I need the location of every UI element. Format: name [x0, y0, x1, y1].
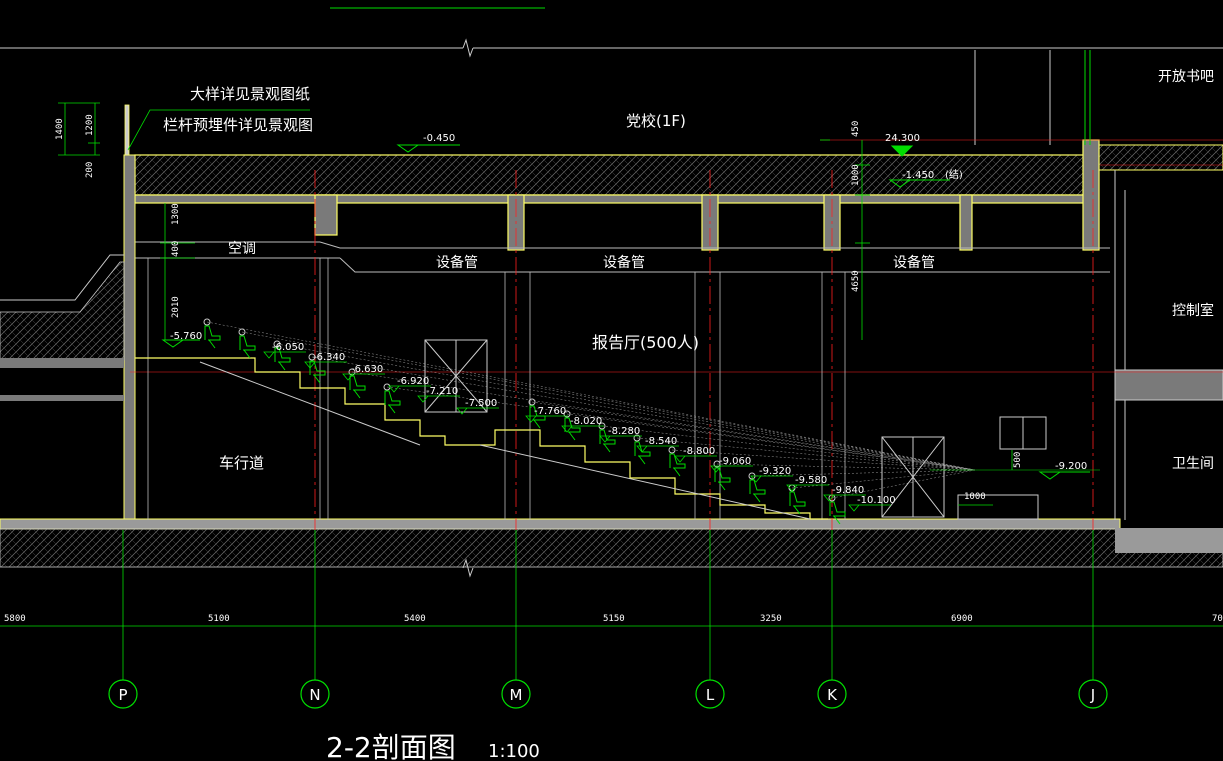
- step-elevations: -6.050 -6.340 -6.630 -6.920-7.210 -7.500 -7.7…: [263, 342, 896, 512]
- step-elevation: -6.630: [351, 364, 383, 375]
- elev-e3: -1.450: [902, 170, 934, 181]
- base-slab: [0, 518, 1223, 568]
- elev-e2: 24.300: [885, 133, 920, 144]
- step-elevation: -6.050: [272, 342, 304, 353]
- sightline: [311, 356, 976, 471]
- axis-dim-0: 5800: [4, 614, 26, 624]
- step-elevation: -8.540: [645, 436, 677, 447]
- dim-1400: 1400: [55, 118, 65, 140]
- step-elevation: -8.020: [570, 416, 602, 427]
- sightline: [601, 425, 976, 471]
- sightline: [276, 343, 976, 471]
- axis-dim-5: 6900: [951, 614, 973, 624]
- seat: [748, 472, 766, 503]
- room-open-bar: 开放书吧: [1158, 69, 1214, 85]
- elev-start: -5.760: [170, 331, 202, 342]
- note-line1: 大样详见景观图纸: [190, 85, 310, 103]
- axis-bubbles: [108, 679, 1108, 709]
- step-elevation: -9.320: [759, 466, 791, 477]
- dim-200: 200: [85, 162, 95, 178]
- axis-dim-3: 5150: [603, 614, 625, 624]
- label-pipe-1: 设备管: [436, 254, 478, 271]
- section-drawing: 大样详见景观图纸 栏杆预埋件详见景观图 党校(1F) 开放书吧 报告厅(500人…: [0, 7, 1223, 761]
- axis-dim-2: 5400: [404, 614, 426, 624]
- label-ac: 空调: [228, 241, 256, 257]
- roof-slab: [134, 144, 1223, 196]
- room-control: 控制室: [1172, 302, 1214, 319]
- axis-label-l: L: [706, 686, 715, 704]
- seat: [788, 484, 806, 515]
- sightline: [531, 401, 976, 471]
- step-elevation: -8.280: [608, 426, 640, 437]
- note-line2: 栏杆预埋件详见景观图: [163, 116, 313, 134]
- dim-1300: 1300: [171, 203, 181, 225]
- sightline: [206, 321, 976, 471]
- step-elevation: -7.210: [426, 386, 458, 397]
- step-elevation: -7.500: [465, 398, 497, 409]
- elev-end: -9.200: [1055, 461, 1087, 472]
- axis-label-n: N: [309, 686, 320, 704]
- room-restroom: 卫生间: [1172, 456, 1214, 472]
- step-elevation: -9.580: [795, 475, 827, 486]
- elev-e3-note: (结): [945, 168, 963, 181]
- room-party-school: 党校(1F): [626, 112, 686, 130]
- left-wall: [0, 104, 136, 521]
- axis-dim-4: 3250: [760, 614, 782, 624]
- axis-label-p: P: [118, 686, 127, 704]
- dim-2010: 2010: [171, 296, 181, 318]
- step-elevation: -9.060: [719, 456, 751, 467]
- axis-label-j: J: [1090, 686, 1095, 704]
- seat: [203, 318, 221, 349]
- dim-400: 400: [171, 241, 181, 257]
- label-pipe-3: 设备管: [893, 254, 935, 271]
- step-elevation: -6.920: [397, 376, 429, 387]
- dim-1200: 1200: [85, 114, 95, 136]
- axis-dim-6: 70: [1212, 614, 1223, 624]
- axis-label-k: K: [827, 686, 838, 704]
- step-elevation: -7.760: [534, 406, 566, 417]
- room-driveway: 车行道: [219, 454, 264, 472]
- axis-dim-1: 5100: [208, 614, 230, 624]
- dim-1000: 1000: [851, 164, 861, 186]
- dim-4650: 4650: [851, 270, 861, 292]
- stepped-floor: [135, 357, 828, 520]
- label-pipe-2: 设备管: [603, 254, 645, 271]
- dim-500: 500: [1013, 452, 1023, 468]
- dim-stage-1000: 1000: [964, 492, 986, 502]
- step-elevation: -6.340: [313, 352, 345, 363]
- seat: [238, 328, 256, 359]
- elev-e1: -0.450: [423, 133, 455, 144]
- top-break-line: [0, 38, 1223, 58]
- axis-label-m: M: [510, 686, 523, 704]
- sightline-fan: [206, 321, 976, 499]
- drawing-scale: 1:100: [488, 741, 540, 761]
- dim-450: 450: [851, 121, 861, 137]
- step-elevation: -8.800: [683, 446, 715, 457]
- room-hall: 报告厅(500人): [592, 333, 699, 352]
- step-elevation: -10.100: [857, 495, 896, 506]
- interior-columns: [147, 258, 846, 520]
- seat: [383, 383, 401, 414]
- drawing-title: 2-2剖面图: [326, 731, 456, 761]
